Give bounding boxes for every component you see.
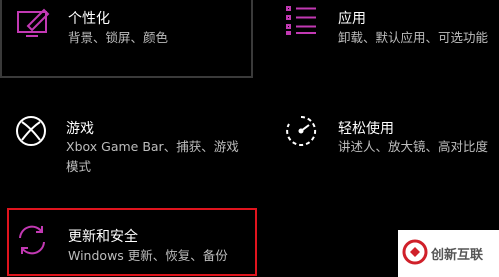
tile-title: 应用	[338, 11, 366, 27]
apps-list-icon	[284, 4, 318, 40]
tile-title: 个性化	[68, 11, 110, 27]
tile-title: 轻松使用	[338, 121, 394, 137]
tile-description: Xbox Game Bar、捕获、游戏模式	[66, 139, 239, 174]
watermark-text: 创新互联	[431, 248, 484, 263]
tile-personalization[interactable]: 个性化 背景、锁屏、颜色	[0, 0, 253, 78]
tile-gaming[interactable]: 游戏 Xbox Game Bar、捕获、游戏模式	[0, 100, 253, 182]
tile-apps[interactable]: 应用 卸载、默认应用、可选功能	[270, 0, 499, 62]
tile-update-security[interactable]: 更新和安全 Windows 更新、恢复、备份	[7, 208, 257, 276]
xbox-icon	[14, 114, 48, 152]
watermark: 创新互联	[398, 230, 499, 277]
tile-description: 讲述人、放大镜、高对比度	[338, 139, 489, 154]
tile-ease-of-access[interactable]: 轻松使用 讲述人、放大镜、高对比度	[270, 100, 499, 162]
watermark-logo-icon	[402, 239, 428, 269]
tile-title: 游戏	[66, 121, 94, 137]
tile-description: 卸载、默认应用、可选功能	[338, 30, 489, 45]
sync-icon	[14, 222, 50, 262]
tile-title: 更新和安全	[68, 229, 138, 245]
tile-description: Windows 更新、恢复、备份	[68, 248, 228, 263]
ease-of-access-icon	[284, 114, 318, 152]
tile-description: 背景、锁屏、颜色	[68, 30, 169, 45]
personalization-icon	[16, 6, 52, 42]
